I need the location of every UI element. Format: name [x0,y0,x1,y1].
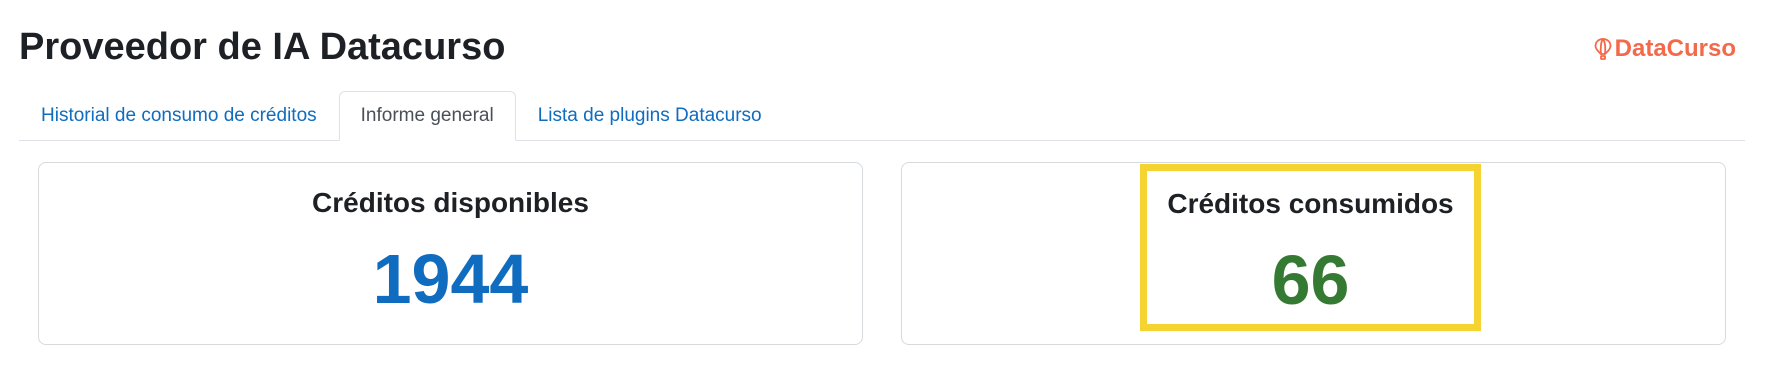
hot-air-balloon-icon [1594,38,1612,60]
consumed-credits-highlight: Créditos consumidos 66 [1140,164,1481,331]
available-credits-title: Créditos disponibles [312,187,589,218]
consumed-credits-value: 66 [1271,241,1350,319]
tab-plugin-list[interactable]: Lista de plugins Datacurso [516,91,784,140]
page-title: Proveedor de IA Datacurso [19,26,506,68]
tab-general-report[interactable]: Informe general [338,91,516,141]
available-credits-value: 1944 [372,240,529,318]
consumed-credits-card: Créditos consumidos 66 [901,162,1726,345]
consumed-credits-title: Créditos consumidos [1167,188,1454,219]
tab-bar: Historial de consumo de créditos Informe… [19,91,1745,141]
tab-credit-history[interactable]: Historial de consumo de créditos [19,91,339,140]
brand-name: DataCurso [1614,35,1736,62]
available-credits-card: Créditos disponibles 1944 [38,162,863,345]
brand-logo: DataCurso [1594,34,1736,64]
